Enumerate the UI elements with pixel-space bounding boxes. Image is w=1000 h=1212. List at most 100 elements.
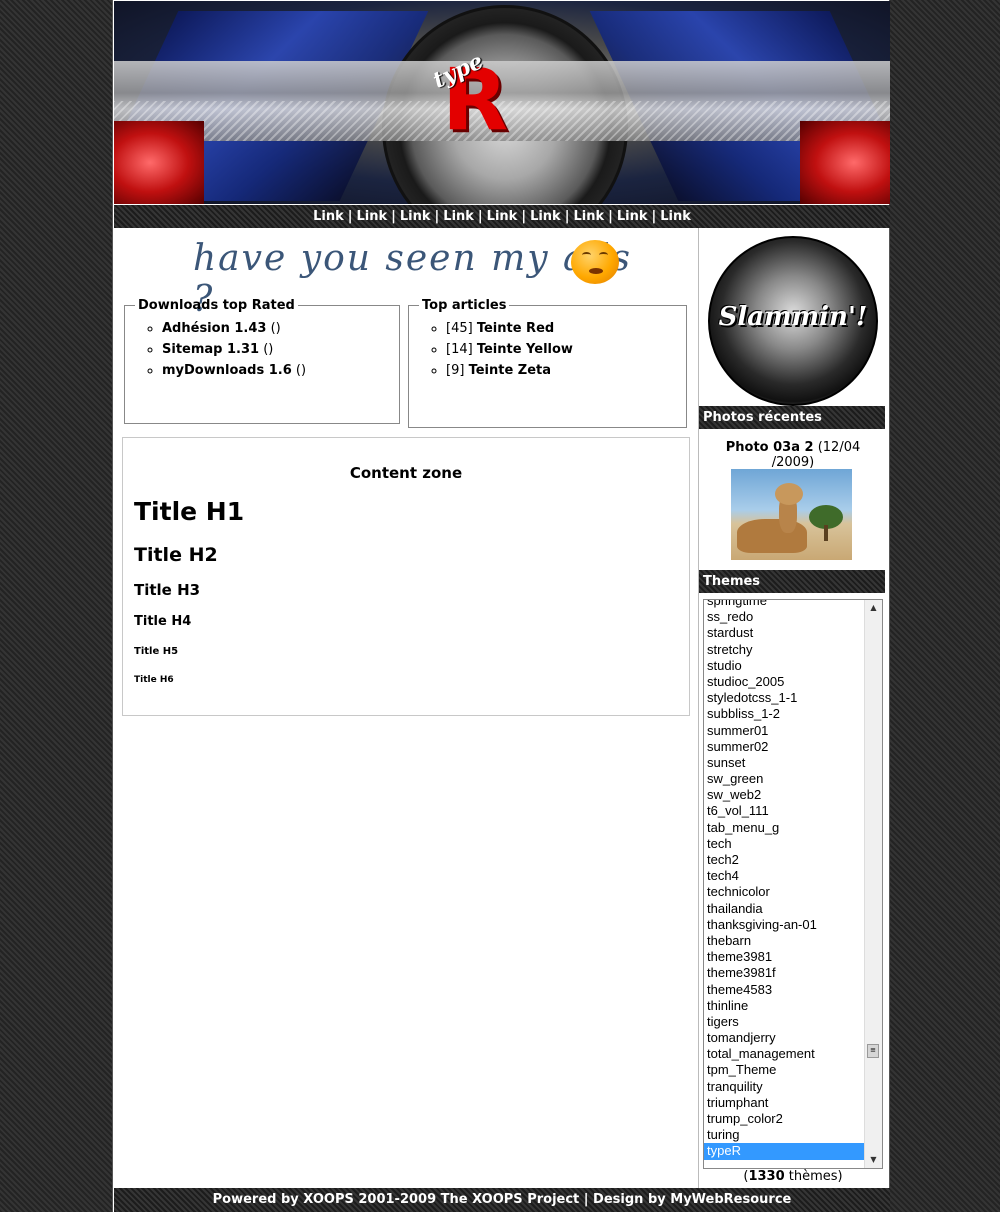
theme-option[interactable]: triumphant (704, 1095, 866, 1111)
nav-link-1[interactable]: Link (313, 209, 344, 224)
list-item: myDownloads 1.6 () (162, 363, 399, 378)
theme-option[interactable]: t6_vol_111 (704, 803, 866, 819)
theme-option[interactable]: sw_green (704, 771, 866, 787)
smiley-eye-left (582, 252, 591, 258)
heading-h2: Title H2 (134, 544, 218, 566)
theme-option[interactable]: ss_redo (704, 609, 866, 625)
theme-option[interactable]: theme4583 (704, 982, 866, 998)
theme-option[interactable]: typeR (704, 1143, 866, 1160)
nav-link-4[interactable]: Link (443, 209, 474, 224)
article-link[interactable]: Teinte Red (477, 321, 554, 336)
themes-select[interactable]: springtime ss_redo stardust stretchy studio s… (703, 599, 883, 1169)
theme-option[interactable]: tranquility (704, 1079, 866, 1095)
list-item: [45] Teinte Red (446, 321, 686, 336)
theme-option[interactable]: thanksgiving-an-01 (704, 917, 866, 933)
right-sidebar: Slammin'! Photos récentes Photo 03a 2 (1… (698, 228, 890, 1188)
nav-link-3[interactable]: Link (400, 209, 431, 224)
ads-banner[interactable]: have you seen my ads ? (193, 236, 633, 320)
theme-option[interactable]: tab_menu_g (704, 820, 866, 836)
photo-camel-head (775, 483, 803, 505)
themes-count-number: 1330 (748, 1169, 785, 1184)
theme-option[interactable]: sw_web2 (704, 787, 866, 803)
heading-h3: Title H3 (134, 581, 201, 599)
themes-scrollbar[interactable]: ▲ ≡ ▼ (864, 600, 882, 1168)
theme-option[interactable]: summer02 (704, 739, 866, 755)
theme-option[interactable]: tech4 (704, 868, 866, 884)
nav-separator: | (477, 209, 483, 224)
themes-count-label: thèmes) (788, 1169, 843, 1184)
theme-option[interactable]: styledotcss_1-1 (704, 690, 866, 706)
nav-separator: | (608, 209, 613, 224)
nav-link-7[interactable]: Link (573, 209, 604, 224)
list-item: [9] Teinte Zeta (446, 363, 686, 378)
site-logo[interactable]: R type (429, 48, 552, 143)
list-item: [14] Teinte Yellow (446, 342, 686, 357)
nav-link-8[interactable]: Link (617, 209, 648, 224)
theme-option[interactable]: theme3981 (704, 949, 866, 965)
theme-option[interactable]: stretchy (704, 642, 866, 658)
header-banner: R type (114, 1, 890, 204)
download-link[interactable]: Adhésion 1.43 (162, 321, 266, 336)
theme-option[interactable]: subbliss_1-2 (704, 706, 866, 722)
theme-option[interactable]: tech2 (704, 852, 866, 868)
themes-options: springtime ss_redo stardust stretchy studio s… (704, 600, 866, 1160)
smiley-eye-right (599, 252, 608, 258)
theme-option[interactable]: thinline (704, 998, 866, 1014)
banner-taillight-right (800, 121, 890, 204)
theme-option[interactable]: trump_color2 (704, 1111, 866, 1127)
theme-option[interactable]: stardust (704, 625, 866, 641)
nav-link-5[interactable]: Link (487, 209, 518, 224)
list-item: Sitemap 1.31 () (162, 342, 399, 357)
photo-camel-body (737, 519, 807, 553)
smiley-icon (571, 240, 619, 284)
theme-option[interactable]: studio (704, 658, 866, 674)
nav-link-6[interactable]: Link (530, 209, 561, 224)
theme-option[interactable]: thebarn (704, 933, 866, 949)
theme-option[interactable]: studioc_2005 (704, 674, 866, 690)
photo-tree-trunk (824, 525, 828, 541)
footer: Powered by XOOPS 2001-2009 The XOOPS Pro… (114, 1188, 890, 1212)
theme-option[interactable]: total_management (704, 1046, 866, 1062)
banner-taillight-left (114, 121, 204, 204)
heading-h6: Title H6 (134, 675, 174, 685)
theme-option[interactable]: theme3981f (704, 965, 866, 981)
theme-option[interactable]: thailandia (704, 901, 866, 917)
block-title: Top articles (422, 298, 507, 313)
article-count: [14] (446, 342, 473, 357)
photos-block-title: Photos récentes (699, 406, 885, 429)
scroll-down-icon[interactable]: ▼ (865, 1152, 882, 1168)
nav-link-9[interactable]: Link (660, 209, 691, 224)
nav-separator: | (564, 209, 570, 224)
photo-thumbnail[interactable] (731, 469, 852, 560)
article-count: [45] (446, 321, 473, 336)
theme-option[interactable]: tech (704, 836, 866, 852)
themes-block-title: Themes (699, 570, 885, 593)
slammin-logo[interactable]: Slammin'! (708, 236, 878, 406)
theme-option[interactable]: turing (704, 1127, 866, 1143)
download-link[interactable]: Sitemap 1.31 (162, 342, 259, 357)
nav-separator: | (651, 209, 657, 224)
heading-h1: Title H1 (134, 497, 245, 526)
theme-option[interactable]: tigers (704, 1014, 866, 1030)
block-title: Downloads top Rated (138, 298, 295, 313)
article-link[interactable]: Teinte Zeta (469, 363, 551, 378)
scroll-thumb[interactable]: ≡ (867, 1044, 879, 1058)
theme-option[interactable]: springtime (704, 600, 866, 609)
content-zone: Content zone Title H1 Title H2 Title H3 … (122, 437, 690, 716)
top-articles-block: Top articles [45] Teinte Red [14] Teinte… (408, 298, 687, 428)
scroll-up-icon[interactable]: ▲ (865, 600, 882, 616)
theme-option[interactable]: tpm_Theme (704, 1062, 866, 1078)
theme-option[interactable]: tomandjerry (704, 1030, 866, 1046)
theme-option[interactable]: technicolor (704, 884, 866, 900)
photo-name-link[interactable]: Photo 03a 2 (726, 440, 814, 455)
download-rating: () (263, 342, 274, 357)
nav-separator: | (347, 209, 353, 224)
heading-h5: Title H5 (134, 646, 179, 657)
heading-h4: Title H4 (134, 614, 192, 629)
theme-option[interactable]: summer01 (704, 723, 866, 739)
download-link[interactable]: myDownloads 1.6 (162, 363, 292, 378)
theme-option[interactable]: sunset (704, 755, 866, 771)
article-link[interactable]: Teinte Yellow (477, 342, 573, 357)
nav-separator: | (391, 209, 396, 224)
nav-link-2[interactable]: Link (357, 209, 388, 224)
